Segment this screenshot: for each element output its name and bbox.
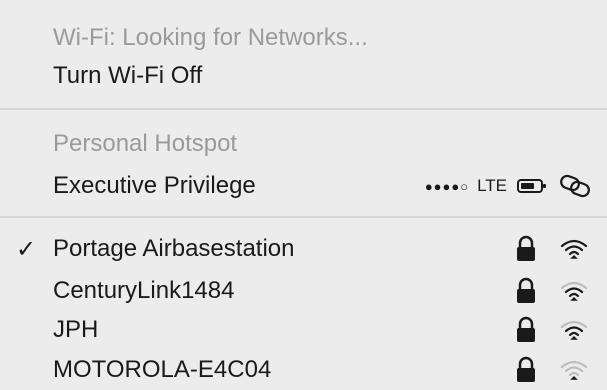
- network-item-motorola-e4c04[interactable]: MOTOROLA-E4C04: [0, 350, 607, 390]
- wifi-status: Wi-Fi: Looking for Networks...: [0, 18, 607, 58]
- network-type-label: LTE: [477, 176, 507, 195]
- network-name: CenturyLink1484: [53, 277, 235, 304]
- wifi-arc: [564, 245, 584, 252]
- lock-icon: [517, 277, 535, 303]
- wifi-arc: [568, 371, 580, 377]
- lock-icon: [517, 235, 535, 261]
- wifi-arc: [564, 287, 584, 294]
- connected-checkmark-icon: ✓: [16, 235, 37, 263]
- network-item-portage-airbasestation[interactable]: ✓ Portage Airbasestation: [0, 229, 607, 269]
- wifi-dot: [570, 296, 578, 301]
- wifi-arc: [568, 331, 580, 337]
- lock-icon: [517, 356, 535, 382]
- lock-icon: [517, 316, 535, 342]
- wifi-dot: [570, 335, 578, 340]
- network-item-jph[interactable]: JPH: [0, 310, 607, 350]
- personal-hotspot-header: Personal Hotspot: [0, 124, 607, 164]
- separator: [0, 216, 607, 218]
- personal-hotspot-label: Personal Hotspot: [53, 130, 238, 157]
- link-icon: [560, 174, 590, 198]
- wifi-arc: [564, 366, 584, 373]
- battery-icon: [517, 179, 546, 193]
- wifi-dot: [570, 254, 578, 259]
- network-item-centurylink1484[interactable]: CenturyLink1484: [0, 271, 607, 311]
- hotspot-name: Executive Privilege: [53, 172, 256, 199]
- turn-wifi-off-item[interactable]: Turn Wi-Fi Off: [0, 56, 607, 96]
- network-name: JPH: [53, 316, 99, 343]
- cellular-signal-icon: ●●●●○: [424, 178, 470, 194]
- wifi-menu: Wi-Fi: Looking for Networks... Turn Wi-F…: [0, 0, 607, 390]
- wifi-arc: [568, 292, 580, 298]
- wifi-arc: [560, 320, 588, 329]
- wifi-signal-icon: [560, 360, 588, 380]
- wifi-dot: [570, 375, 578, 380]
- wifi-arc: [560, 360, 588, 369]
- network-name: Portage Airbasestation: [53, 235, 295, 262]
- wifi-signal-icon: [560, 281, 588, 301]
- wifi-status-label: Wi-Fi: Looking for Networks...: [53, 24, 368, 51]
- separator: [0, 108, 607, 110]
- hotspot-status: ●●●●○ LTE: [425, 166, 591, 206]
- wifi-arc: [568, 250, 580, 256]
- network-name: MOTOROLA-E4C04: [53, 356, 272, 383]
- turn-wifi-off-label: Turn Wi-Fi Off: [53, 62, 203, 89]
- wifi-arc: [564, 326, 584, 333]
- wifi-signal-icon: [560, 320, 588, 340]
- wifi-arc: [560, 281, 588, 290]
- hotspot-item-executive-privilege[interactable]: Executive Privilege ●●●●○ LTE: [0, 166, 607, 206]
- wifi-arc: [560, 239, 588, 248]
- wifi-signal-icon: [560, 239, 588, 259]
